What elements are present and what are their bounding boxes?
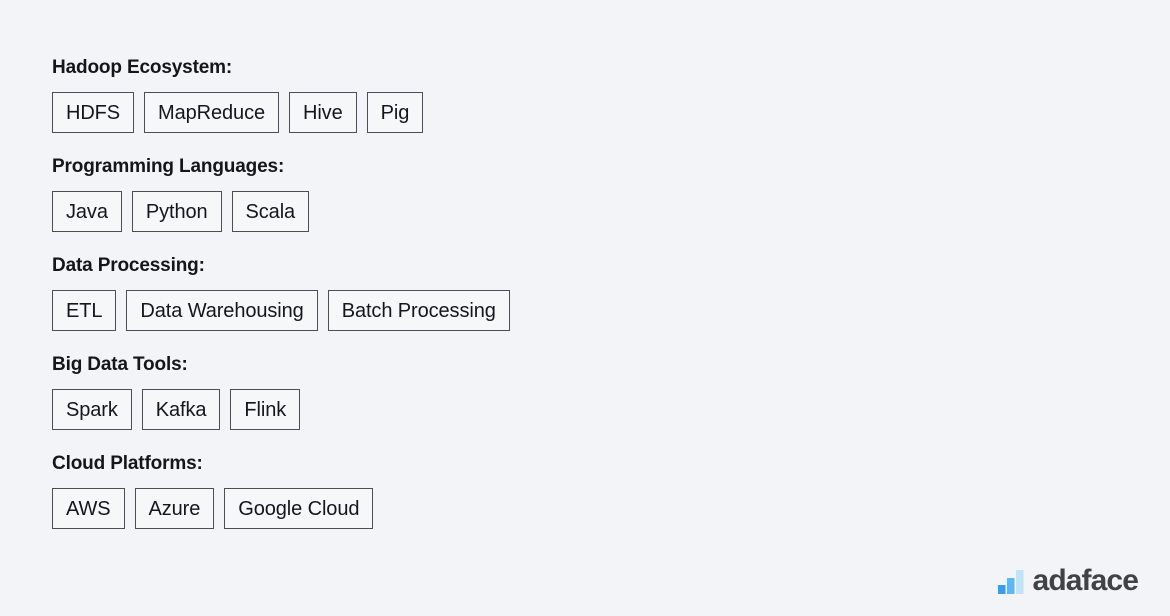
- section-heading: Data Processing:: [52, 255, 205, 276]
- skill-tag: HDFS: [52, 92, 135, 133]
- skill-tag: Spark: [52, 389, 132, 430]
- skill-section: Big Data Tools: Spark Kafka Flink: [52, 353, 752, 430]
- bar-chart-icon: [997, 570, 1024, 594]
- skill-tag: Pig: [366, 92, 424, 133]
- section-heading: Programming Languages:: [52, 156, 285, 177]
- tag-row: Java Python Scala: [52, 191, 752, 232]
- adaface-wordmark: adaface: [1032, 564, 1139, 597]
- skill-tag: Python: [131, 191, 222, 232]
- skill-tag: Kafka: [141, 389, 221, 430]
- skill-section: Hadoop Ecosystem: HDFS MapReduce Hive Pig: [52, 56, 752, 133]
- tag-row: Spark Kafka Flink: [52, 389, 752, 430]
- skill-tag: Data Warehousing: [126, 290, 318, 331]
- skills-panel: Hadoop Ecosystem: HDFS MapReduce Hive Pig Pro…: [52, 56, 752, 529]
- skill-section: Programming Languages: Java Python Scala: [52, 155, 752, 232]
- skill-tag: Flink: [230, 389, 301, 430]
- skill-tag: Azure: [134, 488, 215, 529]
- section-heading: Big Data Tools:: [52, 354, 188, 375]
- adaface-logo: adaface: [997, 564, 1139, 597]
- skill-section: Cloud Platforms: AWS Azure Google Cloud: [52, 452, 752, 529]
- skill-tag: AWS: [52, 488, 125, 529]
- skill-tag: Batch Processing: [327, 290, 510, 331]
- skill-tag: Google Cloud: [224, 488, 374, 529]
- skill-tag: Java: [52, 191, 122, 232]
- skill-tag: Hive: [289, 92, 357, 133]
- tag-row: HDFS MapReduce Hive Pig: [52, 92, 752, 133]
- tag-row: AWS Azure Google Cloud: [52, 488, 752, 529]
- tag-row: ETL Data Warehousing Batch Processing: [52, 290, 752, 331]
- section-heading: Hadoop Ecosystem:: [52, 57, 233, 78]
- skill-section: Data Processing: ETL Data Warehousing Batch…: [52, 254, 752, 331]
- skill-tag: ETL: [52, 290, 117, 331]
- skill-tag: Scala: [231, 191, 310, 232]
- skill-tag: MapReduce: [144, 92, 279, 133]
- section-heading: Cloud Platforms:: [52, 453, 203, 474]
